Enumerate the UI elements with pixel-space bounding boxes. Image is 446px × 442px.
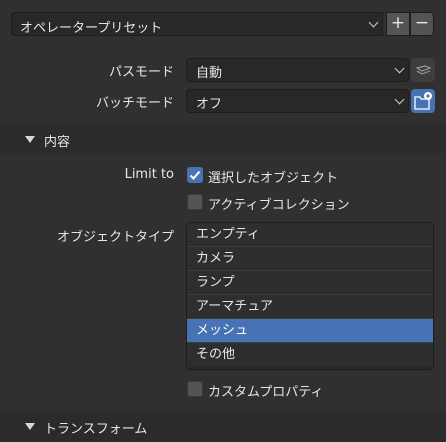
object-type-other[interactable]: その他 — [187, 343, 433, 367]
batch-mode-label: バッチモード — [95, 96, 174, 111]
object-type-empty[interactable]: エンプティ — [187, 223, 433, 247]
selected-only-checkbox[interactable] — [187, 167, 203, 183]
object-type-mesh[interactable]: メッシュ — [187, 319, 433, 343]
batch-mode-dropdown[interactable]: オフ — [186, 89, 409, 113]
object-type-armature[interactable]: アーマチュア — [187, 295, 433, 319]
chevron-down-icon — [394, 94, 405, 105]
batch-mode-value: オフ — [196, 97, 223, 112]
limit-to-label: Limit to — [124, 167, 174, 182]
disclosure-triangle-icon — [25, 423, 35, 430]
path-mode-label: パスモード — [108, 65, 174, 80]
active-collection-checkbox[interactable] — [187, 194, 203, 210]
chevron-down-icon — [368, 17, 379, 28]
layers-icon — [415, 65, 432, 75]
custom-properties-checkbox[interactable] — [187, 381, 203, 397]
include-section-title: 内容 — [44, 135, 71, 150]
batch-mode-icon-button[interactable] — [411, 89, 435, 113]
transform-section-title: トランスフォーム — [44, 422, 148, 437]
operator-preset-row: オペレータープリセット + − — [0, 0, 446, 48]
checkmark-icon — [189, 170, 201, 180]
path-mode-dropdown[interactable]: 自動 — [186, 58, 409, 82]
selected-only-label[interactable]: 選択したオブジェクト — [208, 167, 338, 186]
disclosure-triangle-icon — [25, 136, 35, 143]
path-mode-value: 自動 — [196, 66, 223, 81]
chevron-down-icon — [394, 63, 405, 74]
object-type-lamp[interactable]: ランプ — [187, 271, 433, 295]
transform-section-header[interactable]: トランスフォーム — [0, 412, 446, 442]
object-type-camera[interactable]: カメラ — [187, 247, 433, 271]
object-types-label: オブジェクトタイプ — [56, 230, 174, 245]
operator-preset-label: オペレータープリセット — [20, 21, 163, 36]
object-types-list: エンプティ カメラ ランプ アーマチュア メッシュ その他 — [186, 222, 434, 370]
custom-properties-label[interactable]: カスタムプロパティ — [208, 381, 323, 400]
active-collection-label[interactable]: アクティブコレクション — [208, 194, 350, 213]
add-preset-button[interactable]: + — [386, 12, 410, 36]
path-mode-icon-button[interactable] — [411, 58, 435, 82]
include-section-header[interactable]: 内容 — [0, 124, 446, 154]
remove-preset-button[interactable]: − — [410, 12, 434, 36]
operator-preset-dropdown[interactable]: オペレータープリセット — [11, 12, 383, 36]
new-folder-icon — [414, 92, 432, 110]
